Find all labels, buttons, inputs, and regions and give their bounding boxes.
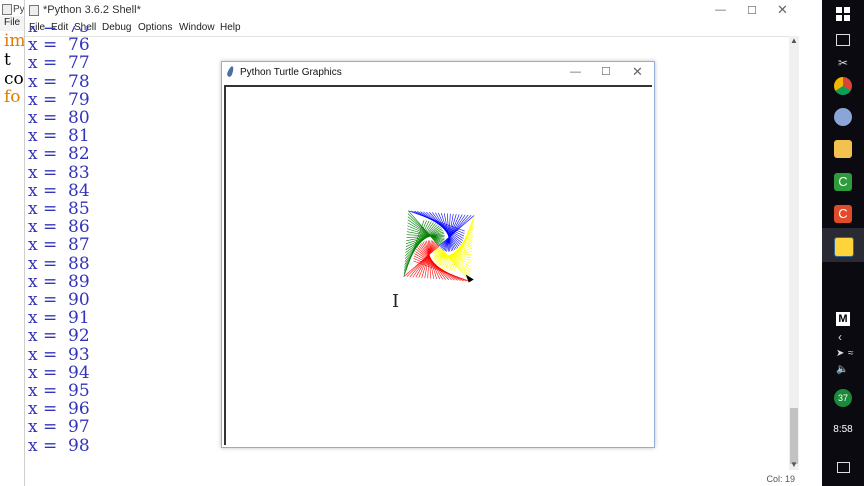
task-view-icon[interactable]: [836, 34, 850, 46]
python-file-icon: [2, 4, 12, 15]
close-icon[interactable]: ✕: [632, 64, 643, 80]
text-cursor-icon: I: [392, 291, 400, 312]
shell-output-line: x = 98: [28, 435, 90, 456]
shell-output-line: x = 79: [28, 89, 90, 110]
m-app-icon[interactable]: M: [836, 312, 850, 326]
snipping-tool-icon[interactable]: ✂: [838, 56, 848, 70]
shell-output-line: x = 88: [28, 253, 90, 274]
windows-taskbar: ✂ C C M ‹ ➤ ≈ 🔈 37 8:58: [822, 0, 864, 486]
shell-title: *Python 3.6.2 Shell*: [43, 4, 141, 16]
shell-output-line: x = 95: [28, 381, 90, 401]
minimize-icon[interactable]: —: [570, 66, 581, 78]
shell-output-line: x = 80: [28, 108, 90, 128]
scroll-down-icon[interactable]: ▼: [790, 460, 798, 469]
shell-output-line: x = 81: [28, 126, 90, 147]
bg-code-line: t: [4, 50, 11, 70]
spiral-drawing: [403, 210, 475, 283]
shell-output-line: x = 77: [28, 53, 90, 74]
shell-output-line: x = 87: [28, 235, 90, 256]
python-file-icon: [29, 5, 39, 16]
turtle-window-title: Python Turtle Graphics: [240, 67, 342, 78]
turtle-graphics-window[interactable]: Python Turtle Graphics — ☐ ✕ I: [221, 61, 655, 448]
volume-icon[interactable]: 🔈: [836, 364, 848, 375]
app-icon[interactable]: [834, 108, 852, 126]
clock[interactable]: 8:58: [822, 424, 864, 435]
camtasia-red-icon[interactable]: C: [834, 205, 852, 223]
minimize-icon[interactable]: —: [715, 4, 726, 16]
send-icon[interactable]: ➤: [836, 348, 844, 359]
bg-code-line: im: [4, 31, 26, 51]
shell-titlebar[interactable]: *Python 3.6.2 Shell* — ☐ ✕: [25, 0, 799, 20]
spiral-line: [407, 213, 441, 246]
scrollbar-thumb[interactable]: [790, 408, 798, 464]
turtle-canvas[interactable]: I: [224, 85, 652, 445]
background-editor-window[interactable]: Py File im t co fo: [0, 0, 27, 486]
shell-output-line: x = 84: [28, 180, 90, 201]
python-idle-icon[interactable]: [834, 237, 854, 257]
spiral-line: [437, 246, 471, 279]
bg-editor-menubar: File: [0, 16, 26, 31]
shell-output-line: x = 94: [28, 362, 90, 383]
camtasia-green-icon[interactable]: C: [834, 173, 852, 191]
shell-output-line: x = 76: [28, 35, 90, 56]
shell-output-line: x = 96: [28, 399, 90, 420]
shell-output-line: x = 91: [28, 308, 90, 329]
bg-code-line: fo: [4, 87, 21, 107]
shell-output-line: x = 89: [28, 271, 90, 292]
notification-badge[interactable]: 37: [834, 389, 852, 407]
column-indicator: Col: 19: [766, 474, 795, 484]
shell-output-line: x = 97: [28, 417, 90, 438]
chevron-left-icon[interactable]: ‹: [838, 330, 842, 344]
scroll-up-icon[interactable]: ▲: [790, 36, 798, 45]
shell-output-line: x = 78: [28, 71, 90, 92]
shell-output-line: x = 92: [28, 326, 90, 347]
shell-output-line: x = 86: [28, 217, 90, 238]
shell-output-line: x = 83: [28, 162, 90, 183]
status-bar: Col: 19: [675, 472, 799, 486]
feather-icon: [226, 65, 235, 78]
vertical-scrollbar[interactable]: ▲ ▼: [789, 36, 799, 470]
spiral-line: [439, 214, 472, 248]
bg-editor-title: Py: [13, 4, 25, 15]
shell-output-line: x = 93: [28, 344, 90, 365]
shell-output-line: x = 85: [28, 199, 90, 219]
maximize-icon[interactable]: ☐: [747, 4, 757, 17]
wifi-icon[interactable]: ≈: [848, 348, 854, 359]
windows-start-icon[interactable]: [836, 7, 850, 21]
chrome-icon[interactable]: [834, 77, 852, 95]
shell-output-line: x = 82: [28, 144, 90, 165]
spiral-line: [406, 244, 439, 278]
maximize-icon[interactable]: ☐: [601, 65, 611, 78]
action-center-icon[interactable]: [837, 462, 850, 473]
shell-output-line: x = 90: [28, 290, 90, 310]
bg-menu-file[interactable]: File: [4, 17, 20, 28]
turtle-titlebar[interactable]: Python Turtle Graphics — ☐ ✕: [222, 62, 654, 84]
close-icon[interactable]: ✕: [777, 2, 788, 18]
file-explorer-icon[interactable]: [834, 140, 852, 158]
